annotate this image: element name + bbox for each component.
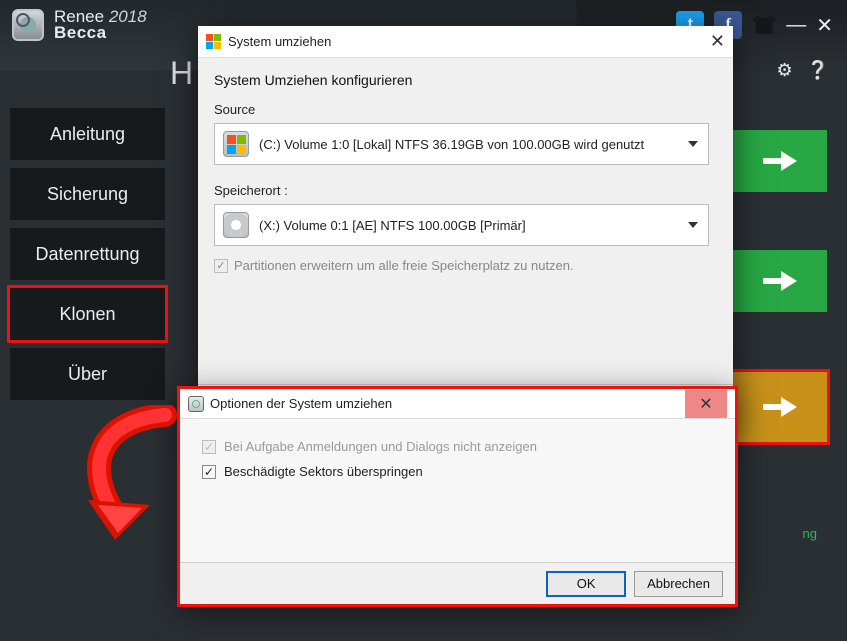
dest-value: (X:) Volume 0:1 [AE] NTFS 100.00GB [Prim… <box>259 218 526 233</box>
callout-arrow-icon <box>70 405 210 545</box>
arrow-right-icon <box>781 151 797 171</box>
tshirt-icon[interactable] <box>752 16 776 34</box>
dialog2-titlebar: Optionen der System umziehen ✕ <box>180 389 735 419</box>
sidebar-item-klonen[interactable]: Klonen <box>10 288 165 340</box>
disk-drive-icon <box>223 212 249 238</box>
dialog-system-umziehen: System umziehen ✕ System Umziehen konfig… <box>198 26 733 426</box>
windows-drive-icon <box>223 131 249 157</box>
sidebar-item-anleitung[interactable]: Anleitung <box>10 108 165 160</box>
chevron-down-icon <box>688 141 698 147</box>
source-value: (C:) Volume 1:0 [Lokal] NTFS 36.19GB von… <box>259 137 644 152</box>
extend-partition-row: ✓ Partitionen erweitern um alle freie Sp… <box>214 258 717 273</box>
dest-dropdown[interactable]: (X:) Volume 0:1 [AE] NTFS 100.00GB [Prim… <box>214 204 709 246</box>
dialog1-title: System umziehen <box>228 34 331 49</box>
arrow-right-icon <box>781 271 797 291</box>
cancel-button[interactable]: Abbrechen <box>634 571 723 597</box>
app-title-sub: Becca <box>54 25 147 41</box>
dialog-options: Optionen der System umziehen ✕ ✓ Bei Auf… <box>180 389 735 604</box>
dialog1-titlebar: System umziehen ✕ <box>198 26 733 58</box>
chevron-down-icon <box>688 222 698 228</box>
dialog2-title: Optionen der System umziehen <box>210 396 392 411</box>
dialog1-close-button[interactable]: ✕ <box>710 31 725 52</box>
dialog2-close-button[interactable]: ✕ <box>685 390 727 418</box>
extend-partition-label: Partitionen erweitern um alle freie Spei… <box>234 258 574 273</box>
source-dropdown[interactable]: (C:) Volume 1:0 [Lokal] NTFS 36.19GB von… <box>214 123 709 165</box>
app-title-year: 2018 <box>109 7 147 26</box>
page-heading-fragment: H <box>170 55 193 92</box>
sidebar: Anleitung Sicherung Datenrettung Klonen … <box>10 108 165 408</box>
arrow-right-icon <box>781 397 797 417</box>
windows-icon <box>206 34 222 50</box>
opt1-label: Bei Aufgabe Anmeldungen und Dialogs nich… <box>224 439 537 454</box>
close-app-button[interactable]: ✕ <box>816 13 833 38</box>
dialog1-subtitle: System Umziehen konfigurieren <box>214 72 717 88</box>
action-card-3-selected[interactable] <box>732 372 827 442</box>
help-icon[interactable]: ❔ <box>807 60 829 81</box>
sidebar-item-datenrettung[interactable]: Datenrettung <box>10 228 165 280</box>
minimize-button[interactable]: — <box>786 14 806 37</box>
app-title: Renee 2018 Becca <box>54 9 147 41</box>
action-card-1[interactable] <box>732 130 827 192</box>
dest-label: Speicherort : <box>214 183 717 198</box>
settings-icon[interactable]: ⚙ <box>776 60 792 81</box>
ok-button[interactable]: OK <box>546 571 626 597</box>
app-logo-icon <box>12 9 44 41</box>
bg-text-fragment: ng <box>803 526 817 541</box>
source-label: Source <box>214 102 717 117</box>
sidebar-item-ueber[interactable]: Über <box>10 348 165 400</box>
opt2-label: Beschädigte Sektors überspringen <box>224 464 423 479</box>
sidebar-item-sicherung[interactable]: Sicherung <box>10 168 165 220</box>
extend-partition-checkbox[interactable]: ✓ <box>214 259 228 273</box>
action-card-2[interactable] <box>732 250 827 312</box>
